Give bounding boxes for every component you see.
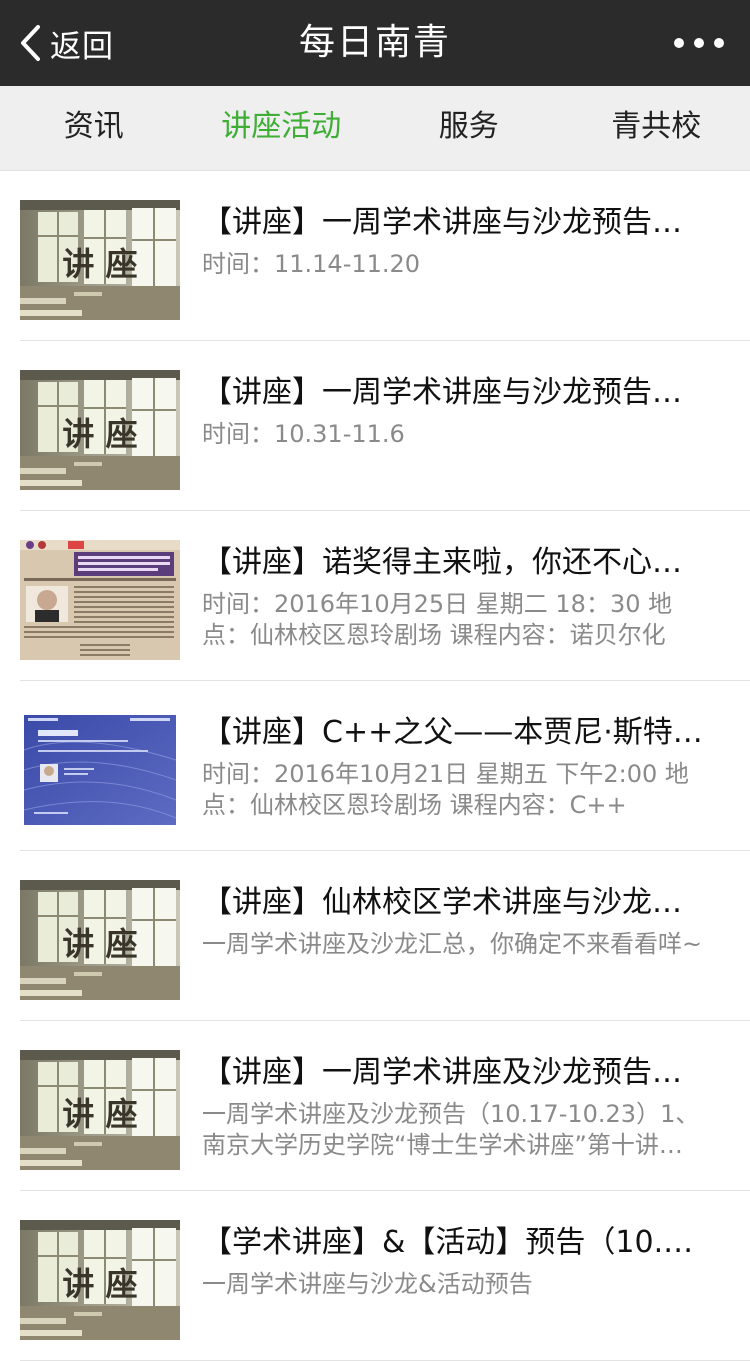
item-description: 时间：11.14-11.20 — [202, 249, 720, 280]
item-title: 【讲座】一周学术讲座及沙龙预告… — [202, 1051, 720, 1095]
back-button[interactable]: 返回 — [18, 0, 114, 86]
dot-icon — [694, 38, 704, 48]
item-title: 【讲座】仙林校区学术讲座与沙龙… — [202, 881, 720, 925]
lecture-thumbnail-image: 讲 座 — [20, 200, 180, 320]
tab-news[interactable]: 资讯 — [0, 86, 188, 170]
item-title: 【学术讲座】&【活动】预告（10.… — [202, 1221, 720, 1265]
thumbnail: 讲 座 — [20, 1050, 180, 1170]
list-item[interactable]: 【讲座】诺奖得主来啦，你还不心… 时间：2016年10月25日 星期二 18：3… — [20, 511, 750, 681]
list-item[interactable]: 【讲座】C++之父——本贾尼·斯特… 时间：2016年10月21日 星期五 下午… — [20, 681, 750, 851]
back-label: 返回 — [50, 21, 114, 66]
item-description: 一周学术讲座及沙龙预告（10.17-10.23）1、南京大学历史学院“博士生学术… — [202, 1099, 720, 1161]
lecture-thumbnail-image: 讲 座 — [20, 1220, 180, 1340]
item-title: 【讲座】一周学术讲座与沙龙预告… — [202, 371, 720, 415]
item-description: 一周学术讲座与沙龙&活动预告 — [202, 1269, 720, 1300]
cpp-lecture-poster-image — [20, 710, 180, 830]
tab-youth-school[interactable]: 青共校 — [563, 86, 750, 170]
tab-lectures[interactable]: 讲座活动 — [188, 86, 376, 170]
item-description: 时间：2016年10月25日 星期二 18：30 地点：仙林校区恩玲剧场 课程内… — [202, 589, 720, 651]
thumbnail: 讲 座 — [20, 1220, 180, 1340]
list-item[interactable]: 讲 座 【讲座】一周学术讲座与沙龙预告… 时间：11.14-11.20 — [20, 171, 750, 341]
item-title: 【讲座】诺奖得主来啦，你还不心… — [202, 541, 720, 585]
chevron-left-icon — [18, 23, 44, 63]
more-options-button[interactable] — [674, 0, 724, 86]
thumbnail: 讲 座 — [20, 880, 180, 1000]
dot-icon — [674, 38, 684, 48]
list-item[interactable]: 讲 座 【讲座】一周学术讲座与沙龙预告… 时间：10.31-11.6 — [20, 341, 750, 511]
thumbnail: 讲 座 — [20, 200, 180, 320]
item-title: 【讲座】C++之父——本贾尼·斯特… — [202, 711, 720, 755]
nobel-lecture-poster-image — [20, 540, 180, 660]
list-item[interactable]: 讲 座 【学术讲座】&【活动】预告（10.… 一周学术讲座与沙龙&活动预告 — [20, 1191, 750, 1361]
lecture-thumbnail-image: 讲 座 — [20, 880, 180, 1000]
category-tabs: 资讯 讲座活动 服务 青共校 — [0, 86, 750, 171]
thumb-caption: 讲 座 — [62, 415, 137, 453]
dot-icon — [714, 38, 724, 48]
thumbnail — [20, 540, 180, 660]
thumb-caption: 讲 座 — [62, 1095, 137, 1133]
item-description: 时间：10.31-11.6 — [202, 419, 720, 450]
thumbnail: 讲 座 — [20, 370, 180, 490]
list-item[interactable]: 讲 座 【讲座】仙林校区学术讲座与沙龙… 一周学术讲座及沙龙汇总，你确定不来看看… — [20, 851, 750, 1021]
item-title: 【讲座】一周学术讲座与沙龙预告… — [202, 201, 720, 245]
lecture-thumbnail-image: 讲 座 — [20, 370, 180, 490]
lecture-thumbnail-image: 讲 座 — [20, 1050, 180, 1170]
list-item[interactable]: 讲 座 【讲座】一周学术讲座及沙龙预告… 一周学术讲座及沙龙预告（10.17-1… — [20, 1021, 750, 1191]
thumb-caption: 讲 座 — [62, 925, 137, 963]
item-description: 一周学术讲座及沙龙汇总，你确定不来看看咩~ — [202, 929, 720, 960]
thumb-caption: 讲 座 — [62, 1265, 137, 1303]
thumbnail — [20, 710, 180, 830]
thumb-caption: 讲 座 — [62, 245, 137, 283]
item-description: 时间：2016年10月21日 星期五 下午2:00 地点：仙林校区恩玲剧场 课程… — [202, 759, 720, 821]
top-navigation-bar: 返回 每日南青 — [0, 0, 750, 86]
tab-services[interactable]: 服务 — [375, 86, 563, 170]
article-list: 讲 座 【讲座】一周学术讲座与沙龙预告… 时间：11.14-11.20 — [0, 171, 750, 1361]
